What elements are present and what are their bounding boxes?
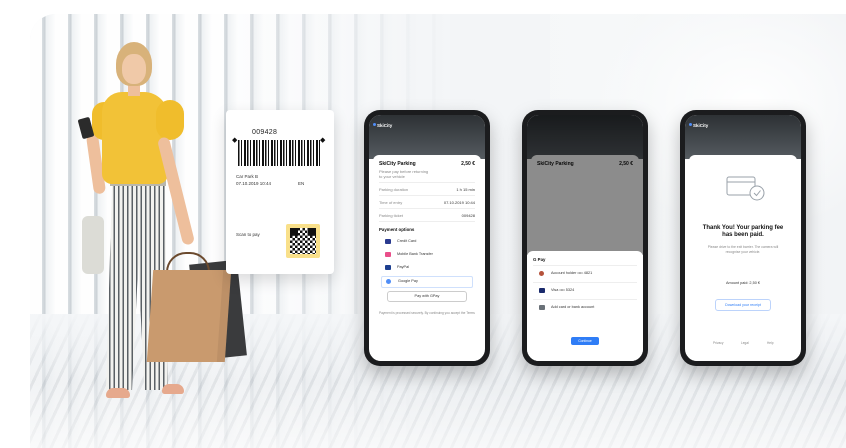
app-logo-icon — [689, 123, 692, 126]
footer-link-help[interactable]: Help — [767, 341, 774, 345]
gpay-add-card[interactable]: Add card or bank account — [535, 303, 635, 313]
radio-selected-icon — [386, 279, 391, 284]
marketing-scene: ◆ 009428 ◆ Car Park B 07.10.2019 10:44 E… — [0, 0, 846, 448]
card-icon — [539, 288, 545, 293]
download-receipt-button[interactable]: Download your receipt — [715, 299, 771, 311]
gpay-title: G Pay — [533, 257, 546, 262]
ticket-datetime: 07.10.2019 10:44 — [236, 181, 272, 186]
ticket-code: EN — [298, 181, 305, 186]
scan-to-pay-label: Scan to pay — [236, 232, 260, 237]
google-pay-sheet: G Pay Account holder •••• 4821 Visa ••••… — [527, 251, 643, 361]
continue-button[interactable]: Continue — [571, 337, 599, 345]
ticket-number: 009428 — [252, 129, 278, 136]
app-logo-icon — [373, 123, 376, 126]
credit-card-icon — [385, 239, 391, 244]
option-paypal[interactable]: PayPal — [381, 263, 473, 273]
brown-shopping-bag — [146, 270, 232, 362]
handbag — [82, 216, 104, 274]
amount-paid: Amount paid: 2,50 € — [726, 281, 760, 285]
parking-ticket: ◆ 009428 ◆ Car Park B 07.10.2019 10:44 E… — [226, 110, 334, 274]
footer-link-privacy[interactable]: Privacy — [713, 341, 723, 345]
paypal-icon — [385, 265, 391, 270]
diamond-icon: ◆ — [320, 137, 326, 144]
woman-with-shopping-bags — [70, 40, 247, 440]
phone-google-pay-sheet: SkiCity Parking 2,50 € G Pay Account hol… — [522, 110, 648, 366]
barcode — [238, 140, 320, 166]
gpay-card[interactable]: Visa •••• 5324 — [535, 286, 635, 296]
app-brand: SkiCity — [377, 123, 393, 128]
parking-title: SkiCity Parking — [379, 161, 416, 167]
diamond-icon: ◆ — [232, 137, 238, 144]
thank-you-heading: Thank You! Your parking fee has been pai… — [702, 225, 784, 238]
option-google-pay[interactable]: Google Pay — [381, 276, 473, 288]
option-credit-card[interactable]: Credit Card — [381, 237, 473, 247]
option-bank-transfer[interactable]: Mobile Bank Transfer — [381, 250, 473, 260]
phone-payment-options: SkiCity SkiCity Parking 2,50 € Please pa… — [364, 110, 490, 366]
amount: 2,50 € — [461, 161, 475, 167]
gpay-account[interactable]: Account holder •••• 4821 — [535, 269, 635, 279]
qr-code — [290, 228, 316, 254]
ticket-location: Car Park B — [236, 174, 259, 179]
add-card-icon — [539, 305, 545, 310]
phone-payment-confirmation: SkiCity Thank You! Your parking fee has … — [680, 110, 806, 366]
footer-link-legal[interactable]: Legal — [741, 341, 749, 345]
pay-button[interactable]: Pay with GPay — [387, 291, 467, 302]
avatar — [539, 271, 544, 276]
overlay — [527, 115, 643, 255]
payment-success-icon — [726, 176, 765, 201]
payment-options-heading: Payment options — [379, 227, 415, 232]
bank-icon — [385, 252, 391, 257]
qr-code-frame — [286, 224, 320, 258]
payment-card: SkiCity Parking 2,50 € Please pay before… — [373, 155, 481, 361]
